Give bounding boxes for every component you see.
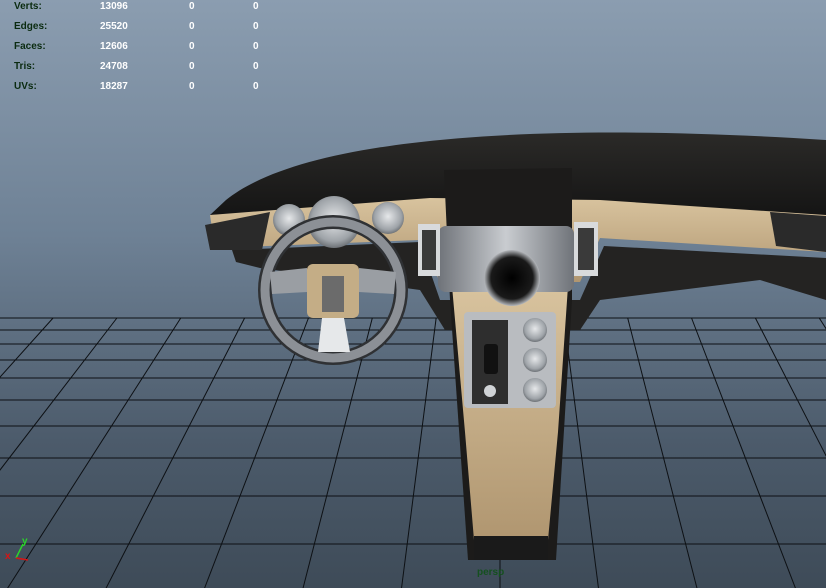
console-button-small bbox=[484, 385, 496, 397]
hud-row-faces: Faces: 12606 0 0 bbox=[14, 40, 274, 60]
hud-row-tris: Tris: 24708 0 0 bbox=[14, 60, 274, 80]
hud-label-uvs: UVs: bbox=[14, 81, 37, 92]
gear-shift-lever bbox=[484, 344, 498, 374]
hud-selected-tris: 0 bbox=[189, 61, 195, 72]
hud-component-uvs: 0 bbox=[253, 81, 259, 92]
heads-up-display: Verts: 13096 0 0 Edges: 25520 0 0 Faces:… bbox=[14, 0, 274, 100]
hud-component-tris: 0 bbox=[253, 61, 259, 72]
hud-total-verts: 13096 bbox=[100, 1, 128, 12]
hud-total-tris: 24708 bbox=[100, 61, 128, 72]
hud-row-verts: Verts: 13096 0 0 bbox=[14, 0, 274, 20]
perspective-viewport[interactable]: Verts: 13096 0 0 Edges: 25520 0 0 Faces:… bbox=[0, 0, 826, 588]
axis-x-label: x bbox=[5, 551, 11, 562]
hud-label-verts: Verts: bbox=[14, 1, 42, 12]
left-air-vent bbox=[418, 224, 440, 276]
console-floor-bracket bbox=[474, 536, 548, 560]
hud-total-faces: 12606 bbox=[100, 41, 128, 52]
hud-selected-faces: 0 bbox=[189, 41, 195, 52]
hud-total-edges: 25520 bbox=[100, 21, 128, 32]
grid-line bbox=[754, 317, 826, 457]
hud-total-uvs: 18287 bbox=[100, 81, 128, 92]
climate-dial-3 bbox=[523, 378, 547, 402]
grid-line bbox=[204, 317, 309, 588]
dashboard-right-wing bbox=[770, 212, 826, 252]
center-display-ring bbox=[484, 250, 540, 306]
hud-selected-uvs: 0 bbox=[189, 81, 195, 92]
grid-line bbox=[401, 317, 437, 588]
right-air-vent bbox=[574, 222, 598, 276]
camera-name-label: persp bbox=[477, 567, 505, 578]
grid-line bbox=[691, 317, 796, 588]
grid-line bbox=[627, 317, 698, 588]
ground-grid bbox=[0, 317, 826, 588]
axis-gizmo-icon: y x bbox=[5, 536, 29, 562]
hud-row-edges: Edges: 25520 0 0 bbox=[14, 20, 274, 40]
hud-component-verts: 0 bbox=[253, 1, 259, 12]
hud-selected-verts: 0 bbox=[189, 1, 195, 12]
hud-component-faces: 0 bbox=[253, 41, 259, 52]
grid-line bbox=[105, 317, 246, 588]
hud-label-tris: Tris: bbox=[14, 61, 36, 72]
hud-label-edges: Edges: bbox=[14, 21, 48, 32]
grid-line bbox=[563, 317, 599, 588]
climate-dial-2 bbox=[523, 348, 547, 372]
hud-row-uvs: UVs: 18287 0 0 bbox=[14, 80, 274, 100]
axis-x-line bbox=[15, 557, 29, 561]
axis-y-label: y bbox=[22, 536, 28, 547]
climate-dial-1 bbox=[523, 318, 547, 342]
hud-selected-edges: 0 bbox=[189, 21, 195, 32]
hud-label-faces: Faces: bbox=[14, 41, 46, 52]
hud-component-edges: 0 bbox=[253, 21, 259, 32]
